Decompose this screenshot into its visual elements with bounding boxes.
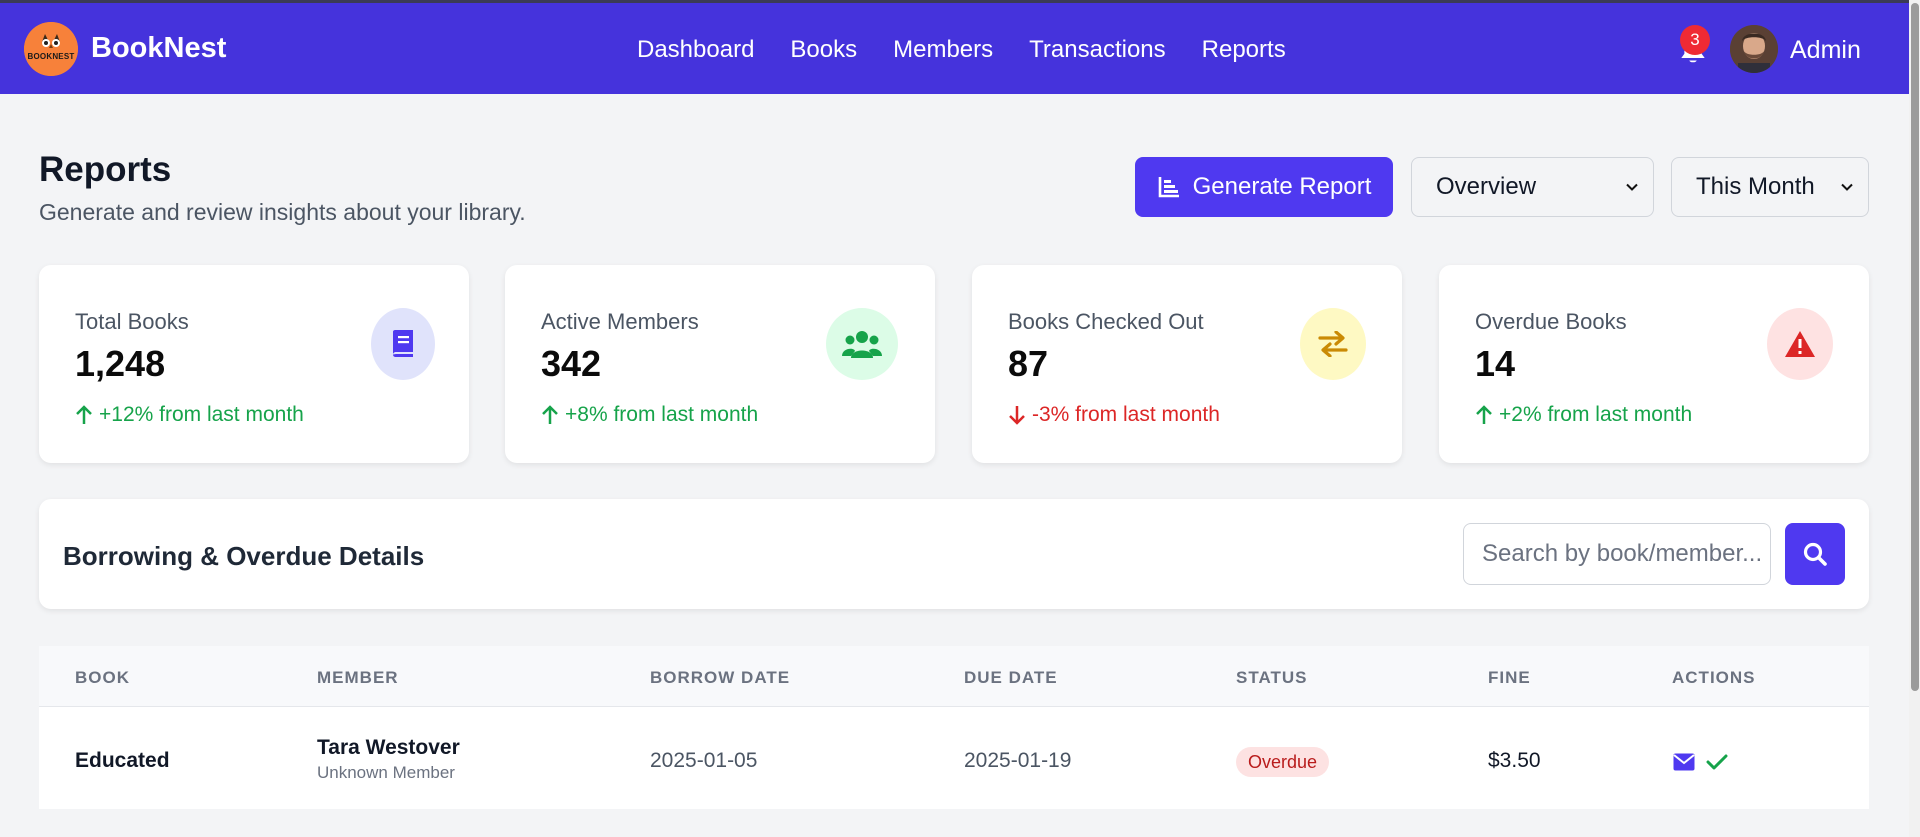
column-header-due-date: DUE DATE xyxy=(964,668,1058,687)
table-header: BOOK MEMBER BORROW DATE DUE DATE STATUS … xyxy=(39,646,1869,707)
exchange-icon xyxy=(1318,331,1348,357)
search-input[interactable] xyxy=(1463,523,1771,585)
period-select[interactable]: This Month xyxy=(1671,157,1869,217)
generate-report-label: Generate Report xyxy=(1192,173,1372,200)
borrowing-title: Borrowing & Overdue Details xyxy=(63,541,425,571)
column-header-member: MEMBER xyxy=(317,668,399,687)
table-row: Educated Tara Westover Unknown Member 20… xyxy=(39,707,1869,809)
page-title: Reports xyxy=(39,150,172,189)
bar-chart-icon xyxy=(1158,177,1179,198)
check-icon[interactable] xyxy=(1706,753,1728,771)
stat-card-total-books: Total Books 1,248 +12% from last month xyxy=(39,265,469,463)
stat-value: 342 xyxy=(541,343,602,384)
main-nav: Dashboard Books Members Transactions Rep… xyxy=(637,3,1322,97)
warning-icon-badge xyxy=(1767,308,1833,380)
stat-label: Books Checked Out xyxy=(1008,309,1204,334)
search-button[interactable] xyxy=(1785,523,1845,585)
stat-card-overdue-books: Overdue Books 14 +2% from last month xyxy=(1439,265,1869,463)
stat-trend-text: -3% from last month xyxy=(1032,403,1220,426)
stat-trend: -3% from last month xyxy=(1008,403,1220,427)
stat-trend-text: +2% from last month xyxy=(1499,403,1693,426)
column-header-borrow-date: BORROW DATE xyxy=(650,668,791,687)
users-icon-badge xyxy=(826,308,898,380)
due-date: 2025-01-19 xyxy=(964,749,1072,772)
chevron-down-icon xyxy=(1626,183,1638,191)
report-type-value: Overview xyxy=(1436,173,1537,200)
borrow-date: 2025-01-05 xyxy=(650,749,758,772)
brand-name: BookNest xyxy=(91,32,227,64)
admin-user-label[interactable]: Admin xyxy=(1790,36,1861,65)
arrow-up-icon xyxy=(542,405,558,424)
stat-value: 1,248 xyxy=(75,343,166,384)
stat-card-active-members: Active Members 342 +8% from last month xyxy=(505,265,935,463)
nav-reports[interactable]: Reports xyxy=(1202,36,1286,64)
stat-trend: +8% from last month xyxy=(541,403,758,427)
generate-report-button[interactable]: Generate Report xyxy=(1135,157,1393,217)
logo-text: BOOKNEST xyxy=(27,51,75,61)
stat-trend: +12% from last month xyxy=(75,403,304,427)
column-header-book: BOOK xyxy=(75,668,130,687)
owl-logo-icon xyxy=(24,21,78,76)
arrow-up-icon xyxy=(1476,405,1492,424)
booknest-logo: BOOKNEST xyxy=(24,21,78,76)
period-value: This Month xyxy=(1696,173,1815,200)
stat-label: Overdue Books xyxy=(1475,309,1627,334)
member-name: Tara Westover xyxy=(317,736,460,759)
nav-dashboard[interactable]: Dashboard xyxy=(637,36,754,64)
member-subtitle: Unknown Member xyxy=(317,763,455,782)
user-photo-icon xyxy=(1730,25,1778,73)
stat-label: Total Books xyxy=(75,309,189,334)
column-header-status: STATUS xyxy=(1236,668,1308,687)
nav-books[interactable]: Books xyxy=(790,36,857,64)
borrowing-table: BOOK MEMBER BORROW DATE DUE DATE STATUS … xyxy=(39,646,1869,809)
scrollbar-thumb[interactable] xyxy=(1911,3,1919,691)
nav-transactions[interactable]: Transactions xyxy=(1029,36,1166,64)
fine-amount: $3.50 xyxy=(1488,749,1541,772)
book-icon xyxy=(393,330,413,357)
column-header-fine: FINE xyxy=(1488,668,1531,687)
search-icon xyxy=(1803,542,1827,566)
chevron-down-icon xyxy=(1841,183,1853,191)
stat-card-books-checked-out: Books Checked Out 87 -3% from last month xyxy=(972,265,1402,463)
brand[interactable]: BOOKNEST BookNest xyxy=(24,21,227,76)
exchange-icon-badge xyxy=(1300,308,1366,380)
avatar[interactable] xyxy=(1730,25,1778,73)
column-header-actions: ACTIONS xyxy=(1672,668,1756,687)
envelope-icon[interactable] xyxy=(1673,753,1695,771)
report-type-select[interactable]: Overview xyxy=(1411,157,1654,217)
book-icon-badge xyxy=(371,308,435,380)
borrowing-panel: Borrowing & Overdue Details xyxy=(39,499,1869,609)
status-badge: Overdue xyxy=(1236,747,1330,777)
book-title: Educated xyxy=(75,749,170,772)
stat-trend-text: +12% from last month xyxy=(99,403,304,426)
arrow-up-icon xyxy=(76,405,92,424)
page-subtitle: Generate and review insights about your … xyxy=(39,199,526,225)
arrow-down-icon xyxy=(1009,406,1025,425)
notification-badge: 3 xyxy=(1680,25,1710,55)
top-nav-bar: BOOKNEST BookNest Dashboard Books Member… xyxy=(0,0,1909,94)
stat-trend: +2% from last month xyxy=(1475,403,1692,427)
users-icon xyxy=(842,331,882,358)
warning-icon xyxy=(1785,331,1815,357)
stat-trend-text: +8% from last month xyxy=(565,403,759,426)
stat-value: 14 xyxy=(1475,343,1516,384)
nav-members[interactable]: Members xyxy=(893,36,993,64)
stat-value: 87 xyxy=(1008,343,1049,384)
stat-label: Active Members xyxy=(541,309,699,334)
